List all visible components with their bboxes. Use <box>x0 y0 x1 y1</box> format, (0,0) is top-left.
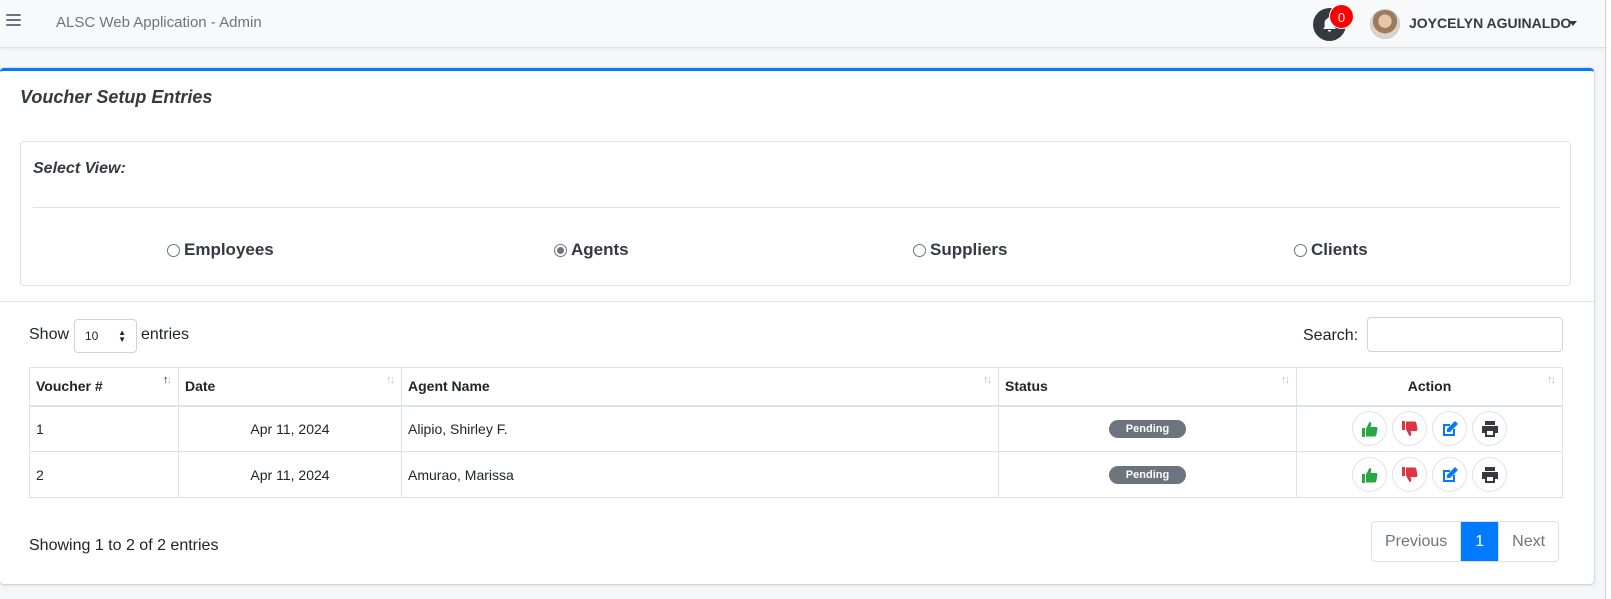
voucher-number: 2 <box>29 451 179 498</box>
page-size-select[interactable]: 10 ▲ ▼ <box>74 319 137 353</box>
page-1-button[interactable]: 1 <box>1461 522 1499 561</box>
thumbs-up-icon <box>1362 468 1378 483</box>
chevron-down-icon[interactable] <box>1569 21 1577 26</box>
status-cell: Pending <box>998 405 1297 452</box>
edit-icon <box>1442 467 1458 482</box>
print-icon <box>1481 467 1498 483</box>
search-label: Search: <box>1303 327 1359 344</box>
notification-count-badge: 0 <box>1329 4 1354 29</box>
print-button[interactable] <box>1471 411 1507 447</box>
sort-asc-icon: ↑↓ <box>163 374 172 386</box>
view-option-agents[interactable]: Agents <box>554 240 629 260</box>
view-option-employees[interactable]: Employees <box>167 240 274 260</box>
approve-button[interactable] <box>1352 411 1388 447</box>
sort-icon: ↑↓ <box>983 374 992 386</box>
status-badge: Pending <box>1108 420 1187 439</box>
column-header-status[interactable]: Status ↑↓ <box>998 367 1297 407</box>
radio-suppliers[interactable] <box>913 243 926 257</box>
action-cell <box>1296 451 1563 498</box>
view-option-suppliers[interactable]: Suppliers <box>913 240 1007 260</box>
column-header-action[interactable]: Action ↑↓ <box>1296 367 1563 407</box>
show-label: Show <box>29 326 70 343</box>
edit-button[interactable] <box>1431 457 1467 492</box>
divider <box>33 207 1560 208</box>
entries-label: entries <box>141 326 190 343</box>
reject-button[interactable] <box>1392 411 1428 447</box>
thumbs-down-icon <box>1402 467 1418 482</box>
select-view-panel: Select View: Employees Agents Suppliers … <box>20 141 1571 286</box>
vouchers-table: Voucher # ↑↓ Date ↑↓ Agent Name ↑↓ Statu… <box>29 367 1563 498</box>
app-title: ALSC Web Application - Admin <box>56 14 262 31</box>
column-header-agent-name[interactable]: Agent Name ↑↓ <box>401 367 999 407</box>
approve-button[interactable] <box>1352 457 1388 492</box>
scrollbar-edge <box>1605 0 1611 599</box>
select-arrows-icon: ▲ ▼ <box>118 328 126 344</box>
next-page-button[interactable]: Next <box>1498 522 1558 561</box>
status-cell: Pending <box>998 451 1297 498</box>
page-title: Voucher Setup Entries <box>20 87 213 107</box>
table-header-row: Voucher # ↑↓ Date ↑↓ Agent Name ↑↓ Statu… <box>29 367 1563 407</box>
table-row: 2 Apr 11, 2024 Amurao, Marissa Pending <box>29 451 1563 498</box>
table-info: Showing 1 to 2 of 2 entries <box>29 537 219 554</box>
table-row: 1 Apr 11, 2024 Alipio, Shirley F. Pendin… <box>29 405 1563 452</box>
radio-employees[interactable] <box>167 243 180 257</box>
divider <box>0 301 1594 302</box>
radio-clients[interactable] <box>1294 243 1307 257</box>
search-input[interactable] <box>1367 317 1563 352</box>
thumbs-down-icon <box>1402 421 1418 437</box>
avatar[interactable] <box>1370 9 1400 39</box>
thumbs-up-icon <box>1362 422 1378 438</box>
agent-name: Alipio, Shirley F. <box>401 405 999 452</box>
view-option-clients[interactable]: Clients <box>1294 240 1368 260</box>
view-option-label: Suppliers <box>930 240 1008 259</box>
column-header-date[interactable]: Date ↑↓ <box>178 367 402 407</box>
menu-icon[interactable] <box>6 14 21 28</box>
column-header-voucher[interactable]: Voucher # ↑↓ <box>29 367 179 407</box>
select-view-label: Select View: <box>33 160 126 177</box>
sort-icon: ↑↓ <box>1281 374 1290 386</box>
sort-icon: ↑↓ <box>1547 374 1556 386</box>
print-icon <box>1481 421 1498 438</box>
user-menu[interactable]: JOYCELYN AGUINALDO <box>1409 15 1571 31</box>
action-cell <box>1296 405 1563 452</box>
edit-icon <box>1442 421 1458 437</box>
status-badge: Pending <box>1108 466 1187 484</box>
agent-name: Amurao, Marissa <box>401 451 999 498</box>
sort-icon: ↑↓ <box>386 374 395 386</box>
pagination: Previous 1 Next <box>1371 521 1560 562</box>
radio-agents[interactable] <box>554 243 567 257</box>
reject-button[interactable] <box>1392 457 1428 492</box>
previous-page-button[interactable]: Previous <box>1372 522 1462 561</box>
print-button[interactable] <box>1471 457 1507 492</box>
view-option-label: Clients <box>1311 240 1368 259</box>
voucher-setup-card: Voucher Setup Entries Select View: Emplo… <box>0 68 1594 584</box>
top-navbar: ALSC Web Application - Admin 0 JOYCELYN … <box>0 0 1605 48</box>
voucher-date: Apr 11, 2024 <box>178 405 402 452</box>
view-option-label: Agents <box>571 240 629 259</box>
voucher-number: 1 <box>29 405 179 452</box>
view-option-label: Employees <box>184 240 274 259</box>
voucher-date: Apr 11, 2024 <box>178 451 402 498</box>
page-size-value: 10 <box>85 329 99 343</box>
edit-button[interactable] <box>1431 411 1467 447</box>
